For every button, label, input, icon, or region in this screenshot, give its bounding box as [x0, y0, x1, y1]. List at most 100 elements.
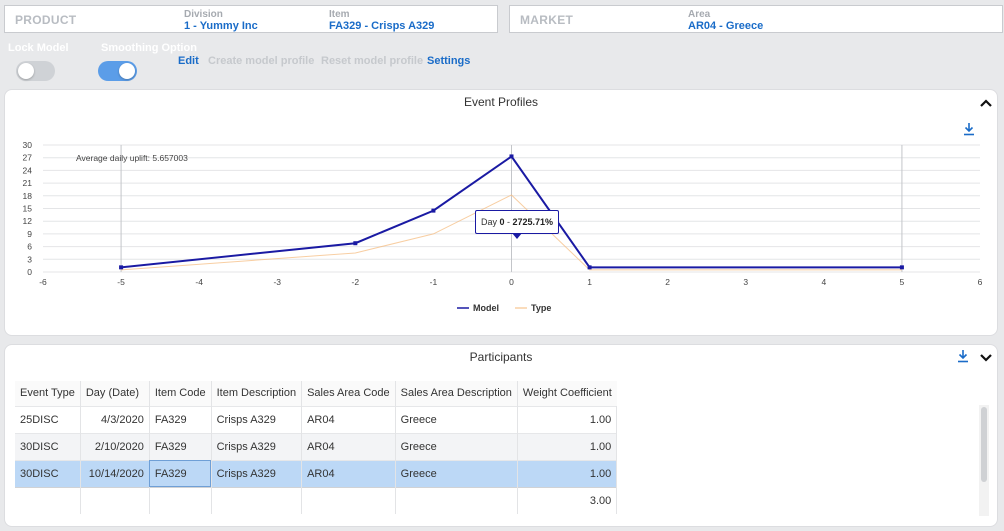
- cell-event-type[interactable]: 30DISC: [15, 432, 81, 460]
- x-tick-label: -3: [273, 277, 281, 287]
- total-weight-coefficient: 3.00: [517, 486, 618, 514]
- total-cell-empty: [211, 486, 303, 514]
- average-uplift-annotation: Average daily uplift: 5.657003: [76, 153, 188, 163]
- y-tick-label: 15: [23, 204, 33, 214]
- legend-label-model: Model: [473, 303, 499, 313]
- column-header-item-description[interactable]: Item Description: [211, 381, 303, 406]
- item-field[interactable]: Item FA329 - Crisps A329: [329, 9, 434, 32]
- cell-sales-area-code[interactable]: AR04: [301, 459, 396, 487]
- column-header-event-type[interactable]: Event Type: [15, 381, 81, 406]
- participants-title: Participants: [469, 350, 533, 364]
- column-header-weight-coefficient[interactable]: Weight Coefficient: [517, 381, 617, 406]
- column-header-item-code[interactable]: Item Code: [149, 381, 212, 406]
- y-tick-label: 9: [27, 229, 32, 239]
- cell-sales-area-code[interactable]: AR04: [301, 432, 396, 460]
- table-total-row: 3.00: [15, 486, 618, 514]
- y-tick-label: 3: [27, 254, 32, 264]
- table-vertical-scrollbar[interactable]: [979, 405, 989, 516]
- download-icon[interactable]: [956, 349, 970, 363]
- cell-day-date[interactable]: 10/14/2020: [80, 459, 150, 487]
- participants-table: Event Type Day (Date) Item Code Item Des…: [15, 381, 618, 514]
- total-cell-empty: [301, 486, 396, 514]
- data-point-model: [899, 265, 904, 270]
- item-value: FA329 - Crisps A329: [329, 20, 435, 32]
- chevron-down-icon[interactable]: [979, 351, 993, 365]
- data-point-model: [431, 208, 436, 213]
- data-point-model: [353, 241, 358, 246]
- smoothing-toggle[interactable]: [98, 61, 137, 81]
- data-point-model: [119, 265, 124, 270]
- cell-item-description[interactable]: Crisps A329: [211, 432, 303, 460]
- y-tick-label: 6: [27, 242, 32, 252]
- division-label: Division: [184, 9, 223, 20]
- event-profile-chart: Average daily uplift: 5.657003 0 3 6 9 12 15 1…: [23, 140, 983, 313]
- cell-weight-coefficient[interactable]: 1.00: [517, 405, 618, 433]
- event-profiles-panel: Event Profiles Average daily uplift: 5.6…: [4, 89, 998, 336]
- division-value: 1 - Yummy Inc: [184, 20, 258, 32]
- total-cell-empty: [15, 486, 81, 514]
- legend-label-type: Type: [531, 303, 551, 313]
- cell-item-description[interactable]: Crisps A329: [211, 405, 303, 433]
- settings-button[interactable]: Settings: [427, 55, 470, 67]
- y-tick-label: 27: [23, 153, 33, 163]
- column-header-day-date[interactable]: Day (Date): [80, 381, 150, 406]
- x-tick-label: -2: [352, 277, 360, 287]
- cell-weight-coefficient[interactable]: 1.00: [517, 459, 618, 487]
- tooltip-value: 2725.71%: [512, 217, 554, 227]
- y-tick-label: 24: [23, 165, 33, 175]
- reset-model-profile-button[interactable]: Reset model profile: [321, 55, 423, 67]
- table-row[interactable]: 30DISC 2/10/2020 FA329 Crisps A329 AR04 …: [15, 432, 618, 460]
- data-point-model: [587, 265, 592, 270]
- y-tick-label: 18: [23, 191, 33, 201]
- tooltip-day-prefix: Day: [480, 217, 500, 227]
- x-tick-label: 5: [900, 277, 905, 287]
- y-tick-label: 30: [23, 140, 33, 150]
- table-row[interactable]: 25DISC 4/3/2020 FA329 Crisps A329 AR04 G…: [15, 405, 618, 433]
- cell-sales-area-description[interactable]: Greece: [395, 459, 518, 487]
- area-value: AR04 - Greece: [688, 20, 764, 32]
- area-field[interactable]: Area AR04 - Greece: [688, 9, 763, 32]
- cell-item-code[interactable]: FA329: [149, 432, 212, 460]
- cell-day-date[interactable]: 4/3/2020: [80, 405, 150, 433]
- edit-button[interactable]: Edit: [178, 55, 199, 67]
- item-label: Item: [329, 9, 350, 20]
- total-cell-empty: [395, 486, 518, 514]
- market-title: MARKET: [520, 13, 574, 27]
- cell-event-type[interactable]: 25DISC: [15, 405, 81, 433]
- product-box: PRODUCT Division 1 - Yummy Inc Item FA32…: [4, 5, 498, 33]
- column-header-sales-area-code[interactable]: Sales Area Code: [301, 381, 396, 406]
- x-tick-label: 3: [743, 277, 748, 287]
- smoothing-label: Smoothing Option: [101, 42, 197, 54]
- x-tick-label: 6: [978, 277, 983, 287]
- area-label: Area: [688, 9, 711, 20]
- data-point-model: [509, 154, 514, 159]
- cell-item-code[interactable]: FA329: [149, 405, 212, 433]
- y-tick-label: 12: [23, 216, 33, 226]
- total-cell-empty: [80, 486, 150, 514]
- cell-sales-area-description[interactable]: Greece: [395, 405, 518, 433]
- participants-panel: Participants Event Type Day (Date) Item …: [4, 344, 998, 527]
- x-tick-label: 0: [509, 277, 514, 287]
- cell-day-date[interactable]: 2/10/2020: [80, 432, 150, 460]
- cell-item-code[interactable]: FA329: [149, 459, 212, 487]
- column-header-sales-area-description[interactable]: Sales Area Description: [395, 381, 518, 406]
- point-tooltip: Day 0 - 2725.71%: [475, 210, 559, 239]
- market-box: MARKET Area AR04 - Greece: [509, 5, 1003, 33]
- cell-item-description[interactable]: Crisps A329: [211, 459, 303, 487]
- table-header-row: Event Type Day (Date) Item Code Item Des…: [15, 381, 617, 406]
- total-cell-empty: [149, 486, 212, 514]
- division-field[interactable]: Division 1 - Yummy Inc: [184, 9, 258, 32]
- cell-event-type[interactable]: 30DISC: [15, 459, 81, 487]
- x-tick-label: -1: [430, 277, 438, 287]
- x-tick-label: 4: [821, 277, 826, 287]
- lock-model-toggle[interactable]: [16, 61, 55, 81]
- scrollbar-thumb[interactable]: [981, 407, 987, 482]
- cell-sales-area-description[interactable]: Greece: [395, 432, 518, 460]
- cell-weight-coefficient[interactable]: 1.00: [517, 432, 618, 460]
- x-tick-label: -4: [195, 277, 203, 287]
- create-model-profile-button[interactable]: Create model profile: [208, 55, 314, 67]
- table-row-selected[interactable]: 30DISC 10/14/2020 FA329 Crisps A329 AR04…: [15, 459, 618, 487]
- y-tick-label: 21: [23, 178, 33, 188]
- cell-sales-area-code[interactable]: AR04: [301, 405, 396, 433]
- y-tick-label: 0: [27, 267, 32, 277]
